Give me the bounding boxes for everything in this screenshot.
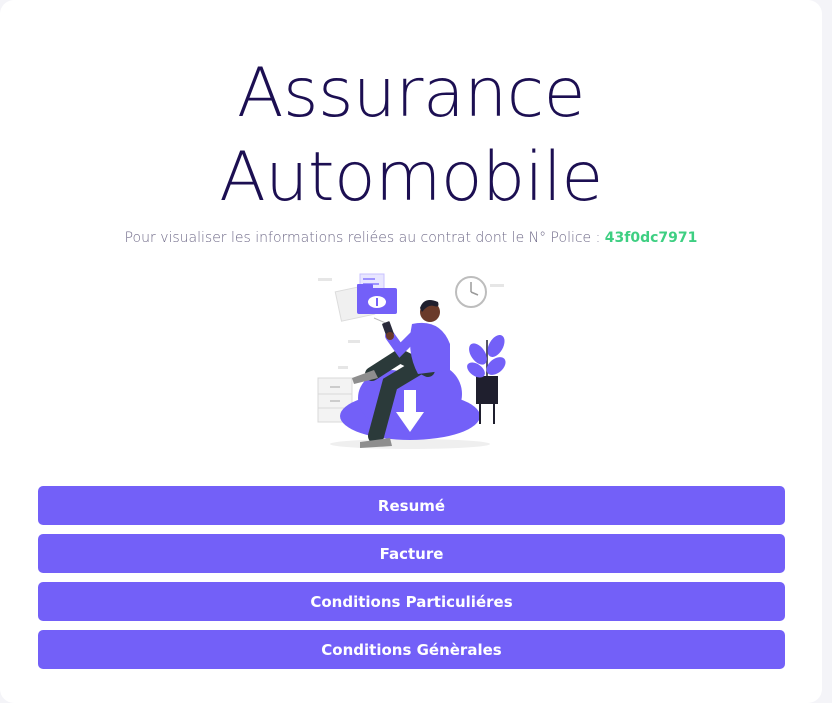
conditions-generales-button[interactable]: Conditions Génèrales [38, 630, 785, 669]
policy-info: Pour visualiser les informations reliées… [0, 230, 822, 246]
policy-info-text: Pour visualiser les informations reliées… [124, 230, 605, 246]
person-cloud-download-illustration [300, 266, 520, 460]
page-title-line1: Assurance [237, 54, 585, 133]
facture-button[interactable]: Facture [38, 534, 785, 573]
page-title-line2: Automobile [219, 138, 603, 217]
conditions-particulieres-button[interactable]: Conditions Particuliéres [38, 582, 785, 621]
main-card: Assurance Automobile Pour visualiser les… [0, 0, 822, 703]
page-title: Assurance Automobile [0, 52, 822, 220]
resume-button[interactable]: Resumé [38, 486, 785, 525]
policy-number: 43f0dc7971 [604, 230, 698, 246]
